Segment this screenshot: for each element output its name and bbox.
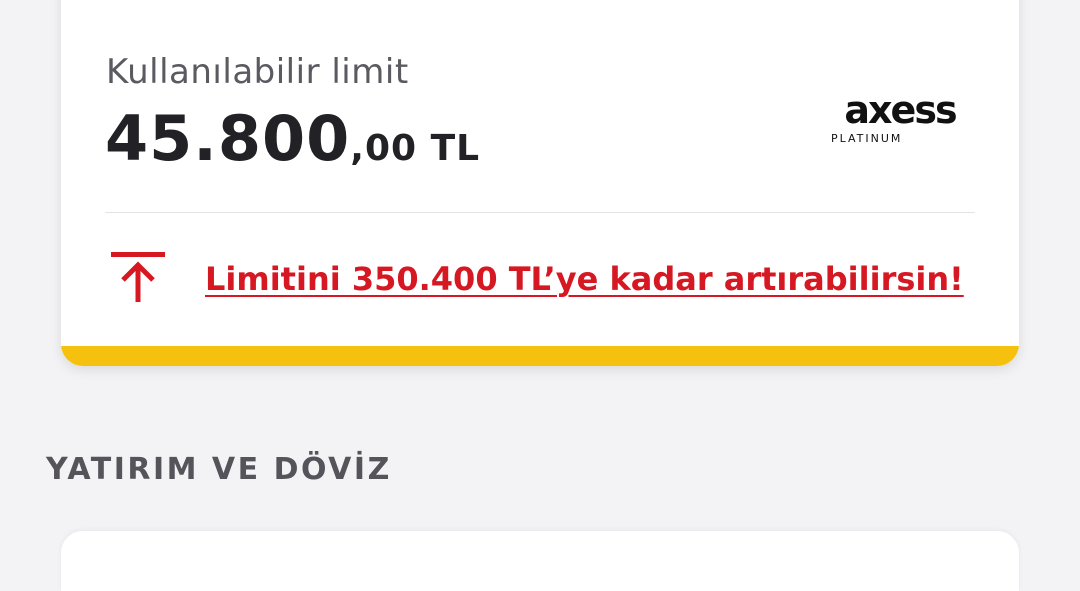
divider (105, 212, 975, 213)
limit-label: Kullanılabilir limit (106, 52, 409, 92)
upload-arrow-icon (111, 252, 165, 302)
brand-name: axess (844, 88, 957, 132)
limit-amount-main: 45.800 (105, 102, 351, 175)
limit-card[interactable]: Kullanılabilir limit 45.800,00 TL axess … (61, 0, 1019, 366)
card-accent-bar (61, 346, 1019, 366)
investment-card[interactable] (61, 531, 1019, 591)
brand-tier: PLATINUM (831, 132, 903, 145)
card-brand-logo: axess PLATINUM (825, 90, 975, 145)
limit-amount-decimals: ,00 TL (350, 128, 481, 169)
limit-amount: 45.800,00 TL (105, 102, 480, 175)
section-title: YATIRIM VE DÖVİZ (46, 452, 392, 487)
increase-limit-link[interactable]: Limitini 350.400 TL’ye kadar artırabilir… (205, 260, 964, 298)
